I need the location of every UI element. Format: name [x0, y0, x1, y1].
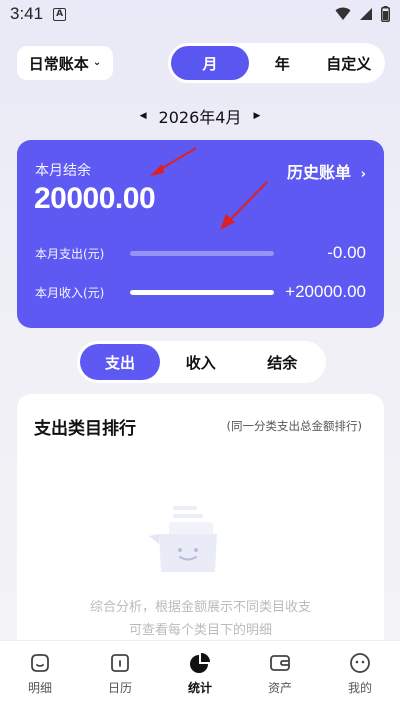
nav-calendar-label: 日历 — [107, 681, 132, 695]
prev-month-icon[interactable]: ◀ — [140, 111, 147, 121]
annotation-arrow-2 — [220, 181, 268, 230]
tab-custom[interactable]: 自定义 — [316, 46, 383, 80]
period-tabs: 月 年 自定义 — [168, 43, 385, 83]
tab-month[interactable]: 月 — [171, 46, 249, 80]
expense-progress-bar — [130, 250, 274, 256]
nav-assets-label: 资产 — [267, 681, 292, 695]
calendar-icon — [111, 654, 129, 672]
history-bills-link[interactable]: 历史账单 › — [287, 159, 366, 183]
status-bar: 3:41 A — [0, 0, 400, 28]
category-ranking-card: 支出类目排行 (同一分类支出总金额排行) 综合分析，根据金额展示不同类目收支 可… — [17, 394, 384, 654]
income-row: 本月收入(元) +20000.00 — [35, 281, 366, 303]
chevron-down-icon: ⌄ — [92, 56, 102, 68]
empty-box-icon — [149, 506, 217, 572]
nav-stats[interactable]: 统计 — [160, 651, 240, 696]
chevron-right-icon: › — [360, 167, 366, 182]
battery-icon — [381, 6, 390, 22]
wifi-icon — [335, 7, 351, 20]
empty-line-2: 可查看每个类目下的明细 — [128, 623, 272, 638]
empty-state-text: 综合分析，根据金额展示不同类目收支 可查看每个类目下的明细 — [17, 596, 384, 642]
ranking-note: (同一分类支出总金额排行) — [226, 419, 362, 433]
expense-row: 本月支出(元) -0.00 — [35, 242, 366, 264]
empty-line-1: 综合分析，根据金额展示不同类目收支 — [89, 600, 311, 615]
income-value: +20000.00 — [285, 282, 366, 301]
history-bills-label: 历史账单 — [287, 163, 352, 182]
ranking-title: 支出类目排行 — [34, 419, 136, 439]
tab-income[interactable]: 收入 — [160, 344, 242, 380]
expense-value: -0.00 — [327, 243, 366, 262]
detail-icon — [31, 654, 49, 672]
tab-expense[interactable]: 支出 — [80, 344, 160, 380]
bottom-nav: 明细 日历 统计 资产 我的 — [0, 640, 400, 710]
month-label[interactable]: 2026年4月 — [159, 104, 242, 128]
pie-chart-icon — [190, 653, 210, 673]
ledger-select[interactable]: 日常账本 ⌄ — [17, 46, 113, 80]
wallet-icon — [270, 655, 290, 671]
balance-amount: 20000.00 — [34, 182, 156, 215]
annotation-arrow-1 — [150, 147, 197, 176]
tab-balance[interactable]: 结余 — [242, 344, 324, 380]
income-label: 本月收入(元) — [35, 285, 105, 300]
balance-label: 本月结余 — [35, 163, 91, 179]
nav-stats-label: 统计 — [187, 681, 212, 695]
status-time: 3:41 — [10, 4, 44, 23]
nav-assets[interactable]: 资产 — [240, 651, 320, 696]
nav-profile-label: 我的 — [347, 681, 372, 695]
next-month-icon[interactable]: ▶ — [253, 111, 260, 121]
nav-calendar[interactable]: 日历 — [80, 651, 160, 696]
month-nav: ◀ 2026年4月 ▶ — [0, 104, 400, 128]
nav-profile[interactable]: 我的 — [320, 651, 400, 696]
nav-detail[interactable]: 明细 — [0, 651, 80, 696]
income-progress-bar — [130, 289, 274, 295]
income-progress-fill — [130, 289, 274, 295]
nav-detail-label: 明细 — [27, 681, 52, 695]
ledger-name: 日常账本 — [28, 54, 89, 73]
expense-label: 本月支出(元) — [35, 246, 105, 261]
segment-tabs: 支出 收入 结余 — [77, 341, 326, 383]
profile-icon — [350, 653, 370, 673]
signal-icon — [360, 8, 372, 20]
tab-year[interactable]: 年 — [249, 46, 316, 80]
notification-icon: A — [53, 7, 67, 21]
